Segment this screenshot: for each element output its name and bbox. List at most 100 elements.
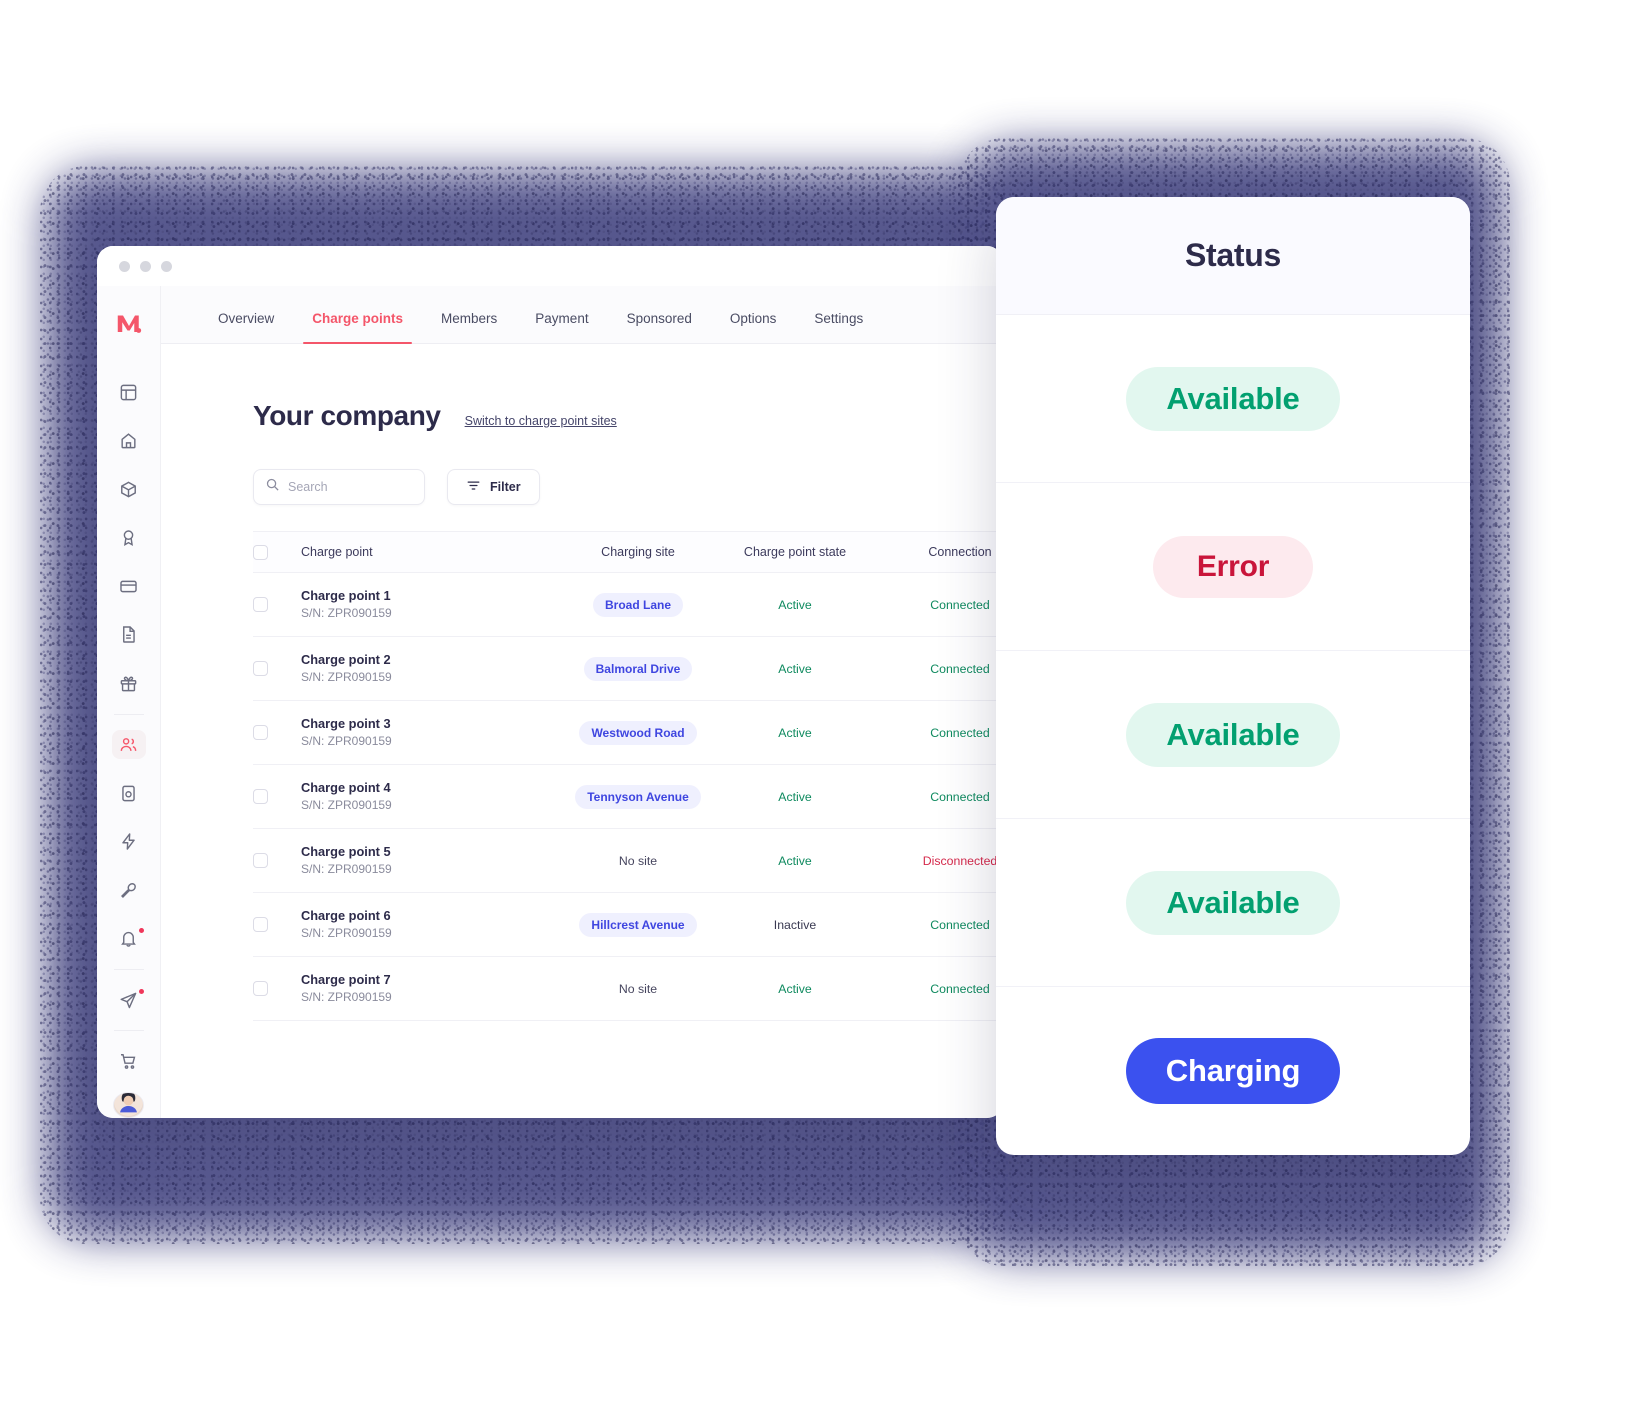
charge-point-state: Active <box>778 789 812 804</box>
close-window-dot[interactable] <box>119 260 130 272</box>
select-all-checkbox[interactable] <box>253 544 268 560</box>
charge-point-serial: S/N: ZPR090159 <box>301 862 392 877</box>
row-select-cell[interactable] <box>253 597 301 612</box>
table-row[interactable]: Charge point 1 S/N: ZPR090159 Broad Lane Ac… <box>253 573 1003 637</box>
connection-status: Connected <box>930 917 990 932</box>
charge-points-table: Charge point Charging site Charge point … <box>161 531 1003 1021</box>
cell-charge-point-state: Active <box>713 596 877 614</box>
column-header-charge-point-state[interactable]: Charge point state <box>713 545 877 559</box>
sidebar-item-notifications[interactable] <box>112 925 146 954</box>
table-row[interactable]: Charge point 2 S/N: ZPR090159 Balmoral Dri… <box>253 637 1003 701</box>
sidebar-item-shop[interactable] <box>112 1047 146 1076</box>
cell-connection: Connected <box>877 660 1003 678</box>
browser-window: Overview Charge points Members Payment S… <box>97 246 1003 1118</box>
status-badge-error[interactable]: Error <box>1152 535 1314 598</box>
cell-charge-point: Charge point 5 S/N: ZPR090159 <box>301 843 563 879</box>
search-icon <box>265 477 280 497</box>
row-select-cell[interactable] <box>253 853 301 868</box>
sidebar-item-home[interactable] <box>112 427 146 456</box>
charge-point-name: Charge point 1 <box>301 587 391 603</box>
tab-charge-points[interactable]: Charge points <box>293 311 422 344</box>
row-checkbox[interactable] <box>253 917 268 932</box>
charging-site-badge[interactable]: Balmoral Drive <box>583 656 693 681</box>
search-input[interactable] <box>288 480 413 494</box>
tab-options[interactable]: Options <box>711 311 796 343</box>
cell-charge-point: Charge point 3 S/N: ZPR090159 <box>301 715 563 751</box>
status-badge-available[interactable]: Available <box>1126 870 1340 935</box>
column-header-charging-site[interactable]: Charging site <box>563 545 713 559</box>
status-panel-header: Status <box>996 197 1470 315</box>
cell-charge-point-state: Active <box>713 788 877 806</box>
row-checkbox[interactable] <box>253 981 268 996</box>
users-icon <box>119 735 138 754</box>
row-select-cell[interactable] <box>253 981 301 996</box>
sidebar-item-products[interactable] <box>112 475 146 504</box>
sidebar-item-charging[interactable] <box>112 827 146 856</box>
status-badge-available[interactable]: Available <box>1126 702 1340 767</box>
status-panel: Status Available Error Available Available C… <box>996 197 1470 1155</box>
column-header-charge-point[interactable]: Charge point <box>301 545 563 559</box>
minimize-window-dot[interactable] <box>140 260 151 272</box>
filter-button[interactable]: Filter <box>447 469 540 505</box>
table-header-row: Charge point Charging site Charge point … <box>253 531 1003 573</box>
tab-settings[interactable]: Settings <box>795 311 882 343</box>
tab-payment[interactable]: Payment <box>516 311 607 343</box>
tab-members[interactable]: Members <box>422 311 516 343</box>
table-row[interactable]: Charge point 3 S/N: ZPR090159 Westwood Roa… <box>253 701 1003 765</box>
charge-point-state: Active <box>778 853 812 868</box>
row-checkbox[interactable] <box>253 853 268 868</box>
status-badge-charging[interactable]: Charging <box>1125 1038 1341 1104</box>
row-select-cell[interactable] <box>253 789 301 804</box>
tab-sponsored[interactable]: Sponsored <box>608 311 711 343</box>
sidebar-item-rewards[interactable] <box>112 669 146 698</box>
send-icon <box>119 991 138 1010</box>
charge-point-state: Active <box>778 981 812 996</box>
table-row[interactable]: Charge point 6 S/N: ZPR090159 Hillcrest Av… <box>253 893 1003 957</box>
sidebar-item-devices[interactable] <box>112 779 146 808</box>
wrench-icon <box>119 881 138 900</box>
status-row: Available <box>996 315 1470 483</box>
charging-site-badge[interactable]: Broad Lane <box>592 592 683 617</box>
sidebar-rail <box>97 286 161 1118</box>
charging-site-badge[interactable]: Hillcrest Avenue <box>579 912 697 937</box>
cell-connection: Disconnected <box>877 852 1003 870</box>
row-select-cell[interactable] <box>253 917 301 932</box>
charging-site-badge[interactable]: Westwood Road <box>579 720 697 745</box>
charge-point-serial: S/N: ZPR090159 <box>301 670 392 685</box>
status-row: Charging <box>996 987 1470 1155</box>
cell-charge-point: Charge point 4 S/N: ZPR090159 <box>301 779 563 815</box>
row-select-cell[interactable] <box>253 725 301 740</box>
sidebar-item-service[interactable] <box>112 876 146 905</box>
column-header-connection[interactable]: Connection <box>877 545 1003 559</box>
sidebar-item-company[interactable] <box>111 730 146 759</box>
charge-point-name: Charge point 7 <box>301 971 391 987</box>
row-select-cell[interactable] <box>253 661 301 676</box>
switch-to-sites-link[interactable]: Switch to charge point sites <box>465 414 617 428</box>
tab-overview[interactable]: Overview <box>199 311 293 343</box>
table-row[interactable]: Charge point 4 S/N: ZPR090159 Tennyson Ave… <box>253 765 1003 829</box>
device-icon <box>119 784 138 803</box>
sidebar-item-dashboard[interactable] <box>112 378 146 407</box>
sidebar-item-documents[interactable] <box>112 621 146 650</box>
search-box[interactable] <box>253 469 425 505</box>
cell-charge-point: Charge point 6 S/N: ZPR090159 <box>301 907 563 943</box>
row-checkbox[interactable] <box>253 597 268 612</box>
charging-site-text: No site <box>618 981 658 996</box>
table-row[interactable]: Charge point 7 S/N: ZPR090159 No site Activ… <box>253 957 1003 1021</box>
row-checkbox[interactable] <box>253 725 268 740</box>
brand-logo-icon[interactable] <box>112 308 146 338</box>
sidebar-divider <box>113 713 144 715</box>
row-checkbox[interactable] <box>253 661 268 676</box>
select-all-cell[interactable] <box>253 544 301 560</box>
status-badge-available[interactable]: Available <box>1126 366 1340 431</box>
sidebar-item-messages[interactable] <box>112 986 146 1015</box>
sidebar-item-billing[interactable] <box>112 572 146 601</box>
row-checkbox[interactable] <box>253 789 268 804</box>
table-row[interactable]: Charge point 5 S/N: ZPR090159 No site Activ… <box>253 829 1003 893</box>
charging-site-badge[interactable]: Tennyson Avenue <box>575 784 701 809</box>
sidebar-item-awards[interactable] <box>112 524 146 553</box>
cell-charging-site: Westwood Road <box>563 720 713 745</box>
bell-icon <box>119 929 138 948</box>
user-avatar[interactable] <box>113 1091 144 1118</box>
maximize-window-dot[interactable] <box>161 260 172 272</box>
